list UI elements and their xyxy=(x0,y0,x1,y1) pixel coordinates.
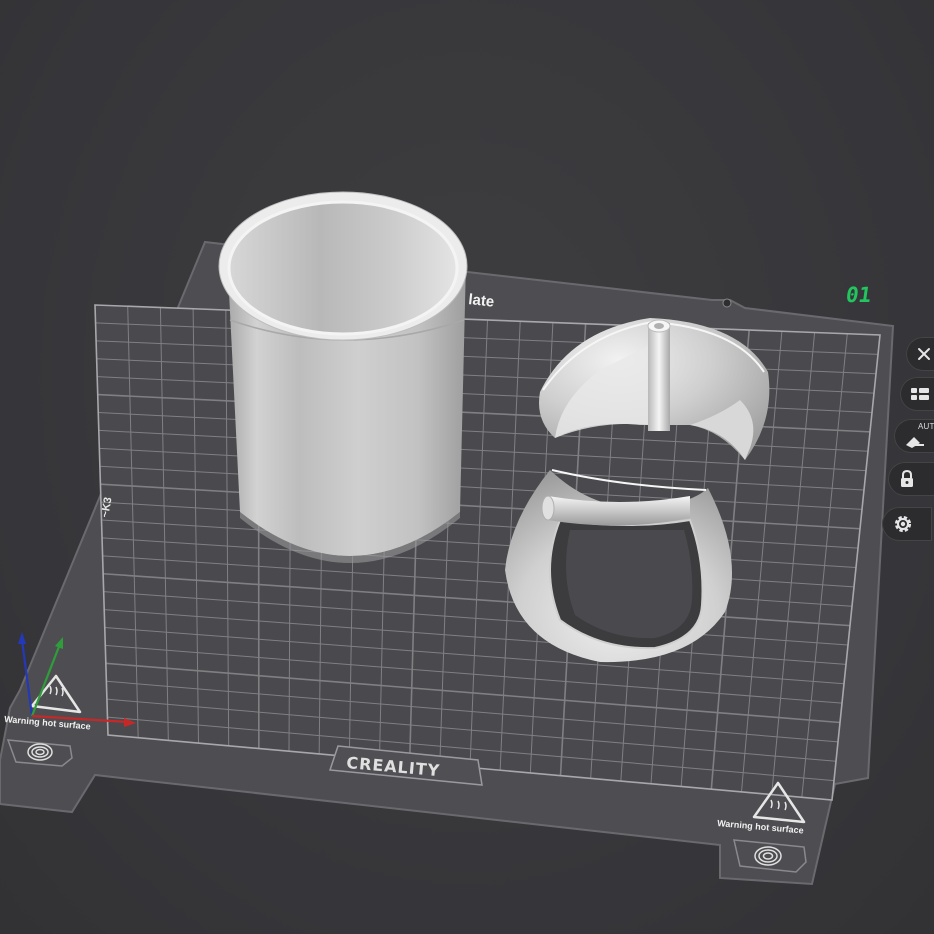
plate-number[interactable]: 01 xyxy=(844,283,873,307)
auto-label: AUTO xyxy=(918,422,934,431)
auto-orient-button[interactable]: AUTO xyxy=(894,419,934,453)
lock-icon xyxy=(901,470,913,487)
arrange-button[interactable] xyxy=(900,377,934,411)
3d-viewport[interactable]: late CREALITY Warning hot surface Warnin… xyxy=(0,0,934,934)
settings-icon xyxy=(894,515,912,533)
auto-orient-icon xyxy=(906,437,924,448)
build-plate-scene[interactable]: late CREALITY Warning hot surface Warnin… xyxy=(0,0,934,934)
plate-notch xyxy=(722,298,732,308)
plate-settings-button[interactable] xyxy=(882,507,932,541)
plate-name: late xyxy=(468,291,495,311)
close-plate-button[interactable] xyxy=(906,337,934,371)
arrange-icon xyxy=(911,388,929,400)
lock-plate-button[interactable] xyxy=(888,462,934,496)
close-icon xyxy=(918,348,930,360)
model-cylinder[interactable] xyxy=(218,191,468,563)
